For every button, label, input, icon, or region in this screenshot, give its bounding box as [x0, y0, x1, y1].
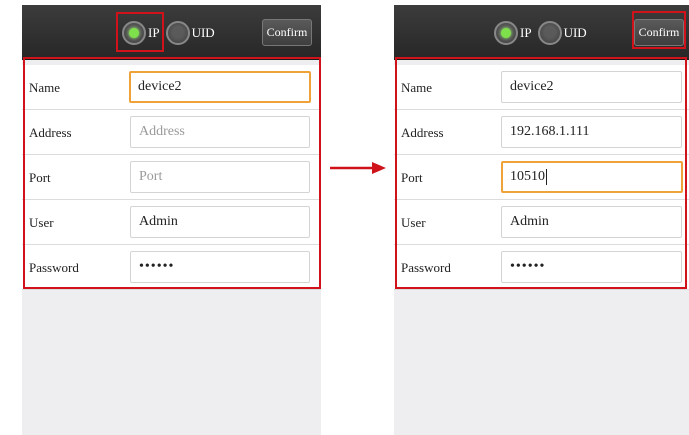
- user-input[interactable]: Admin: [501, 206, 682, 238]
- radio-selected-dot: [129, 28, 139, 38]
- right-phone-screen: IP UID Confirm Name device2 Address 192.…: [394, 5, 689, 435]
- user-input[interactable]: Admin: [130, 206, 310, 238]
- address-label: Address: [401, 125, 444, 140]
- address-input[interactable]: 192.168.1.111: [501, 116, 682, 148]
- port-label: Port: [29, 170, 51, 185]
- radio-selected-dot: [501, 28, 511, 38]
- password-label: Password: [29, 260, 79, 275]
- user-row: User Admin: [22, 200, 321, 245]
- name-row: Name device2: [22, 65, 321, 110]
- user-label: User: [401, 215, 426, 230]
- user-label: User: [29, 215, 54, 230]
- address-input[interactable]: Address: [130, 116, 310, 148]
- uid-radio-label: UID: [563, 25, 587, 40]
- confirm-button[interactable]: Confirm: [634, 19, 684, 46]
- top-bar: IP UID Confirm: [22, 5, 321, 60]
- port-value: 10510: [510, 169, 545, 184]
- uid-radio-button[interactable]: [165, 21, 190, 45]
- transition-arrow-icon: [330, 162, 386, 174]
- name-row: Name device2: [394, 65, 689, 110]
- confirm-button[interactable]: Confirm: [262, 19, 312, 46]
- ip-radio-label: IP: [520, 25, 532, 40]
- left-phone-screen: IP UID Confirm Name device2 Address Addr…: [22, 5, 321, 435]
- address-label: Address: [29, 125, 72, 140]
- port-input[interactable]: Port: [130, 161, 310, 193]
- uid-radio-button[interactable]: [537, 21, 562, 45]
- device-form: Name device2 Address Address Port Port U…: [22, 65, 321, 290]
- ip-radio-button[interactable]: [494, 21, 518, 45]
- uid-radio-label: UID: [191, 25, 215, 40]
- user-row: User Admin: [394, 200, 689, 245]
- name-label: Name: [401, 80, 433, 95]
- mode-selector: IP UID: [494, 18, 593, 48]
- address-row: Address 192.168.1.111: [394, 110, 689, 155]
- top-bar: IP UID Confirm: [394, 5, 689, 60]
- radio-unselected-dot: [172, 28, 183, 38]
- name-input[interactable]: device2: [501, 71, 682, 103]
- text-caret: [546, 168, 547, 185]
- password-row: Password ••••••: [22, 245, 321, 290]
- name-label: Name: [29, 80, 61, 95]
- address-placeholder: Address: [139, 124, 185, 139]
- password-input[interactable]: ••••••: [130, 251, 310, 283]
- radio-unselected-dot: [544, 28, 555, 38]
- ip-radio-button[interactable]: [122, 21, 146, 45]
- password-input[interactable]: ••••••: [501, 251, 682, 283]
- mode-selector: IP UID: [122, 18, 221, 48]
- port-input[interactable]: 10510: [501, 161, 683, 193]
- port-placeholder: Port: [139, 169, 163, 184]
- port-label: Port: [401, 170, 423, 185]
- name-input[interactable]: device2: [129, 71, 311, 103]
- port-row: Port 10510: [394, 155, 689, 200]
- port-row: Port Port: [22, 155, 321, 200]
- password-label: Password: [401, 260, 451, 275]
- device-form: Name device2 Address 192.168.1.111 Port …: [394, 65, 689, 290]
- address-row: Address Address: [22, 110, 321, 155]
- ip-radio-label: IP: [148, 25, 160, 40]
- password-row: Password ••••••: [394, 245, 689, 290]
